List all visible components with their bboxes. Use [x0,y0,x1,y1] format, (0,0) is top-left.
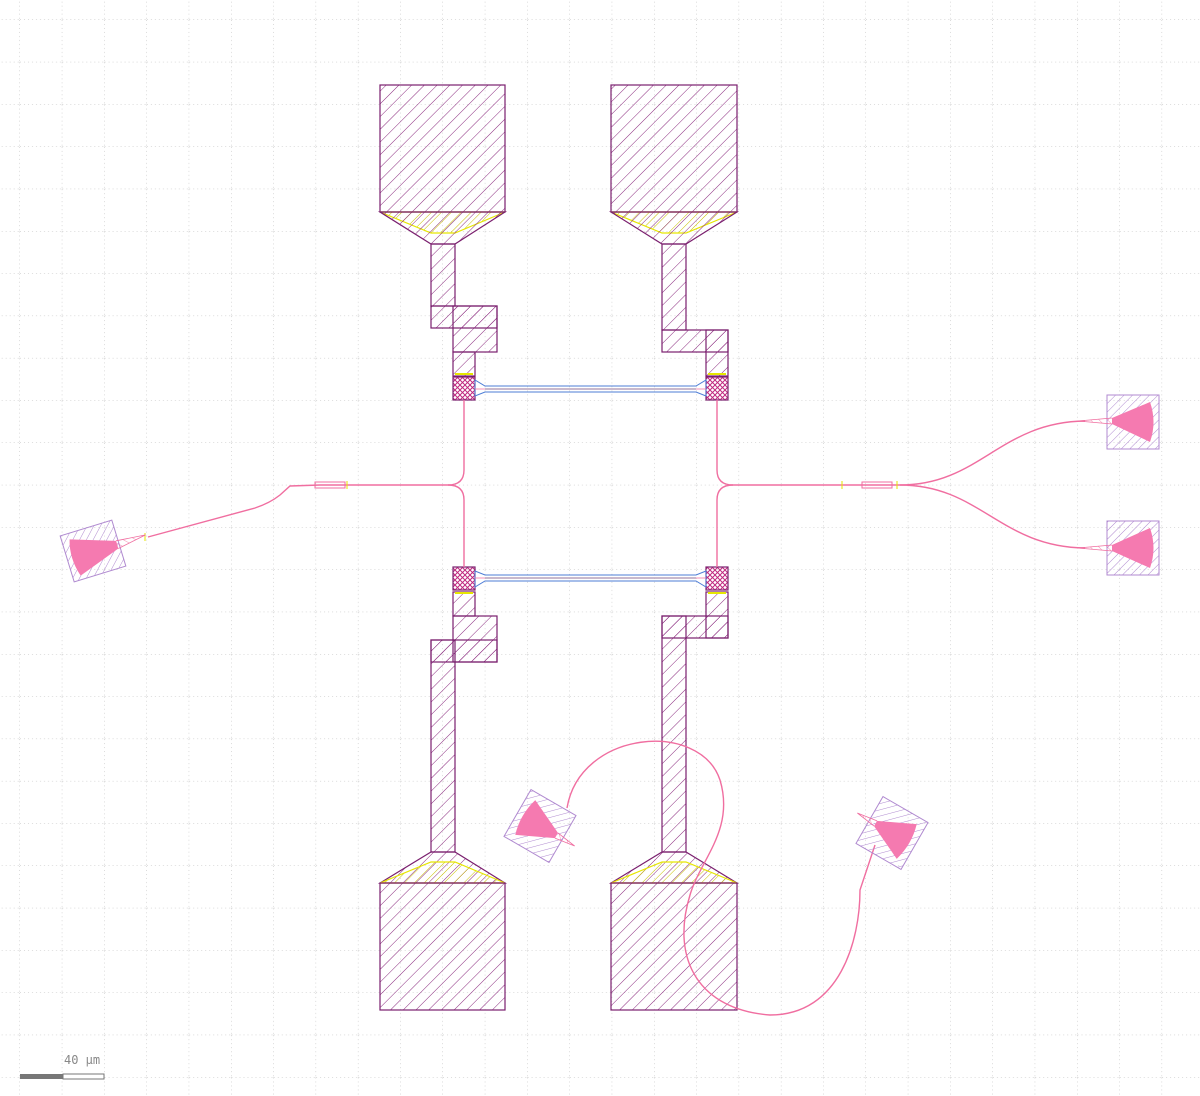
scale-bar-label: 40 µm [64,1053,101,1067]
grid-background [0,0,1200,1096]
layout-canvas [0,0,1200,1096]
scale-bar [20,1073,105,1080]
